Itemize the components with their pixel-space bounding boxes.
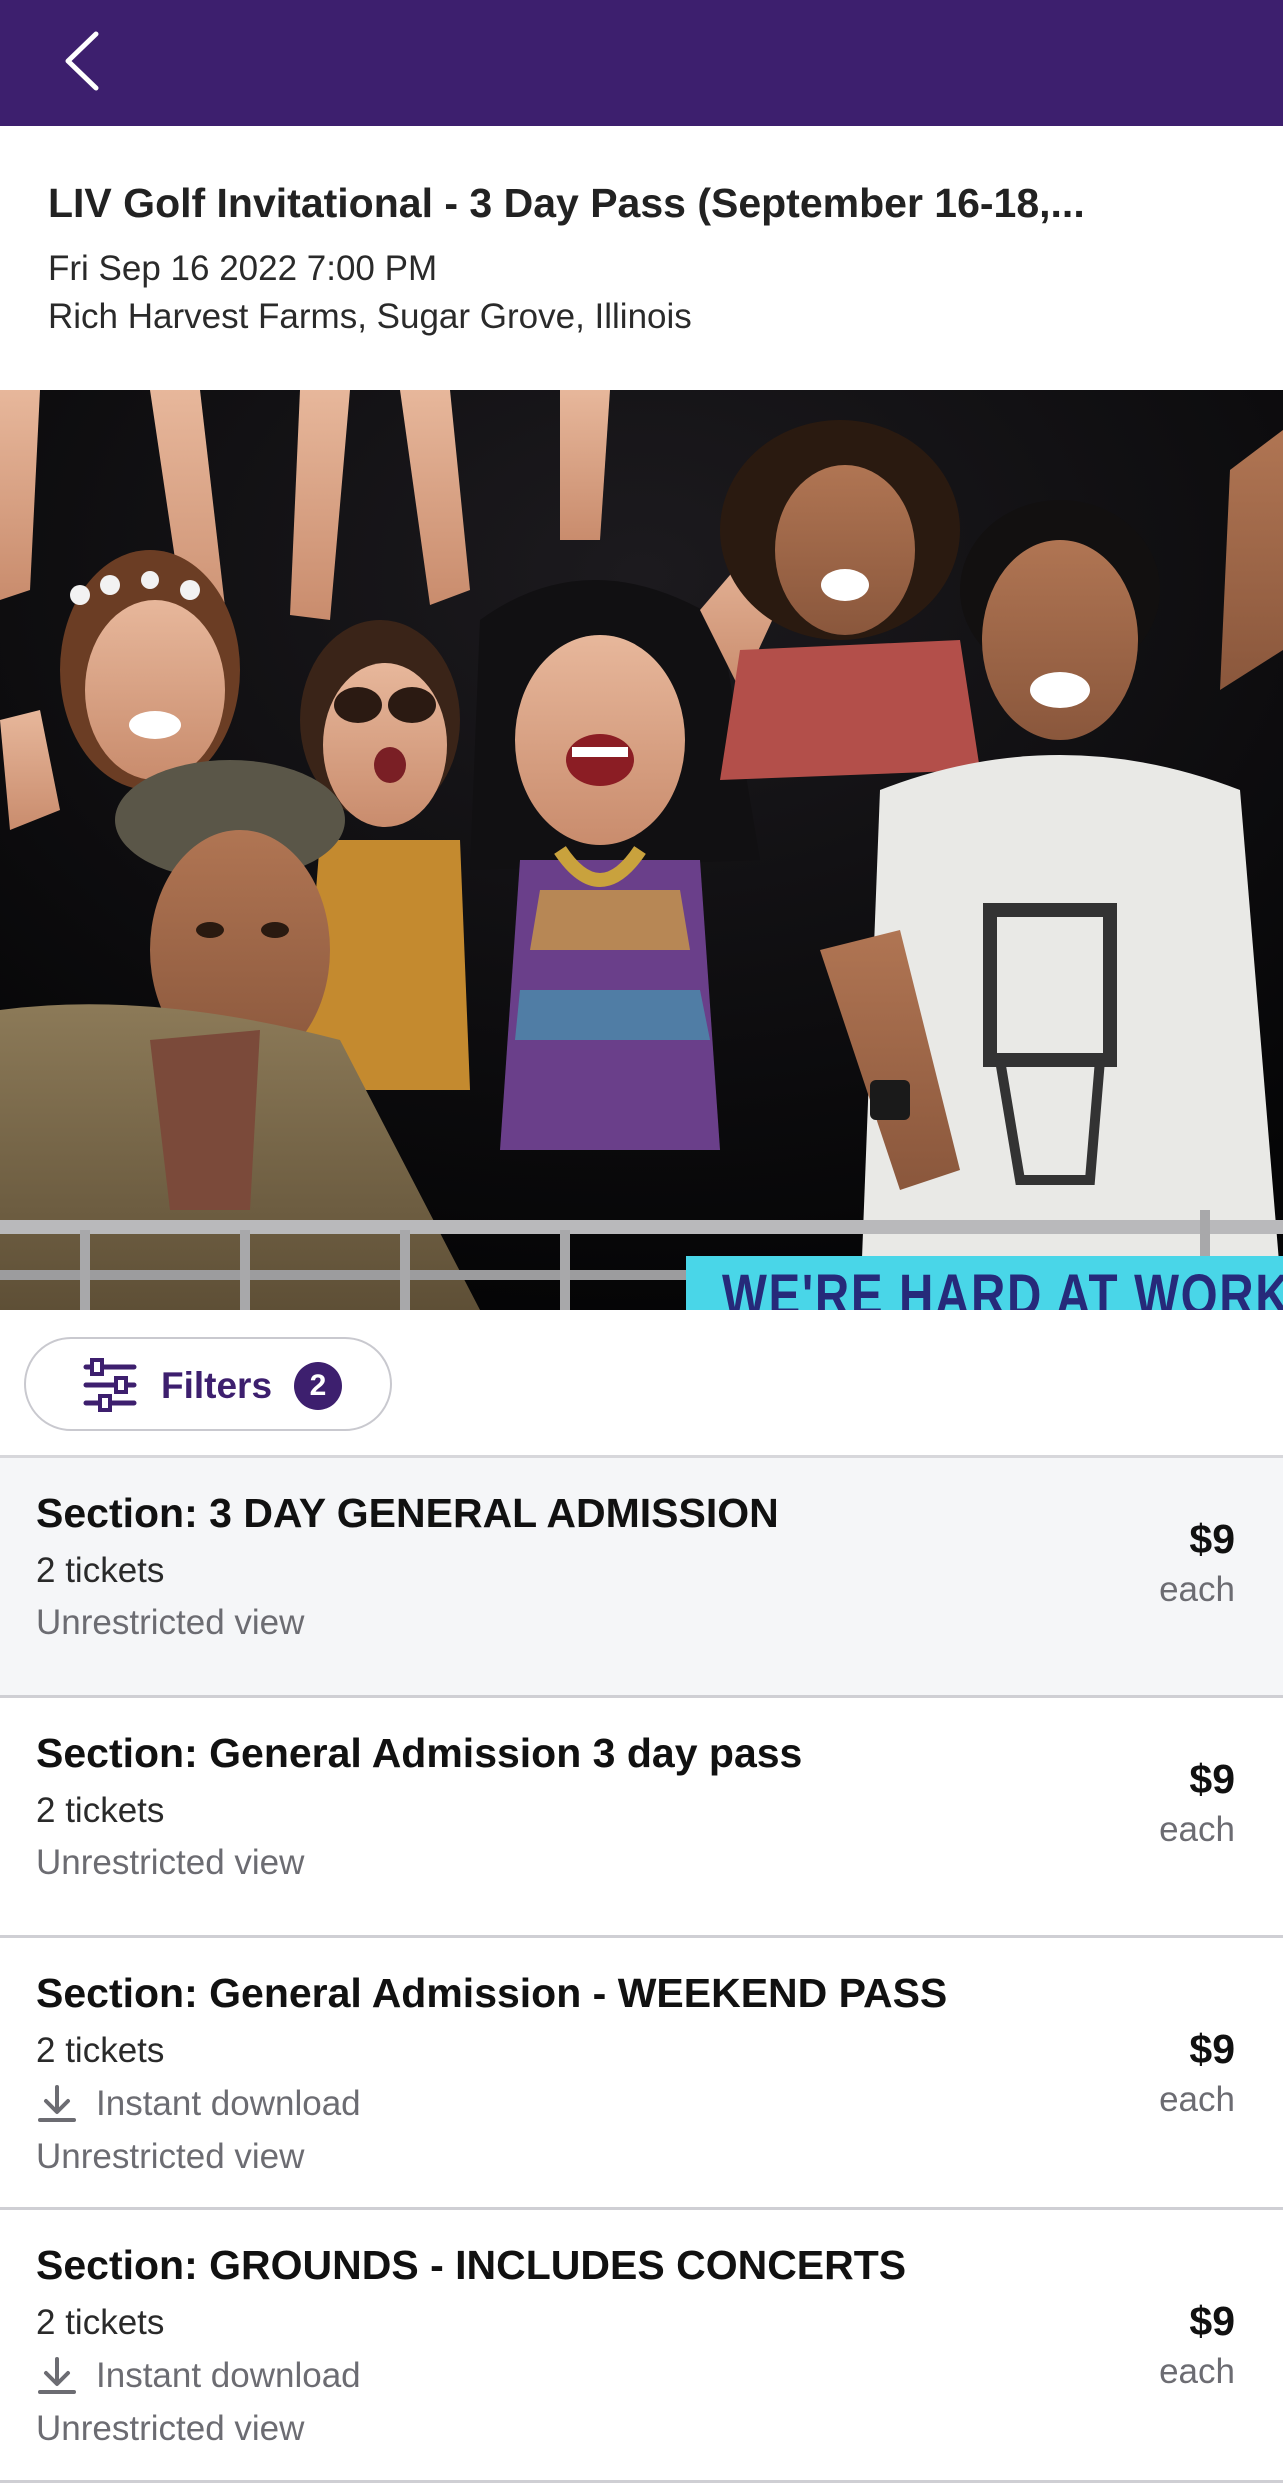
listing-view: Unrestricted view [36,2137,305,2176]
listing-section: Section: General Admission 3 day pass [36,1730,803,1776]
listing-view: Unrestricted view [36,1603,305,1642]
top-nav-bar [0,0,1283,126]
download-icon [38,2357,76,2394]
listing-price: $9 [1189,1756,1235,1802]
crowd-photo [0,390,1283,1310]
event-venue: Rich Harvest Farms, Sugar Grove, Illinoi… [48,297,692,336]
chevron-left-icon [65,31,99,91]
listing-quantity: 2 tickets [36,2031,165,2070]
listing-price: $9 [1189,2298,1235,2344]
back-button[interactable] [52,26,112,96]
listing-item[interactable]: Section: 3 DAY GENERAL ADMISSION 2 ticke… [0,1458,1283,1698]
filter-bar: Filters 2 [0,1310,1283,1458]
listing-quantity: 2 tickets [36,2303,165,2342]
listing-item[interactable]: Section: General Admission 3 day pass 2 … [0,1698,1283,1938]
listing-view: Unrestricted view [36,1843,305,1882]
event-title: LIV Golf Invitational - 3 Day Pass (Sept… [48,180,1085,226]
listing-price: $9 [1189,2026,1235,2072]
hero-banner: WE'RE HARD AT WORK PUTTI [686,1256,1283,1310]
listing-item[interactable]: Section: GROUNDS - INCLUDES CONCERTS 2 t… [0,2210,1283,2483]
listing-price: $9 [1189,1516,1235,1562]
listing-feature-label: Instant download [96,2356,361,2395]
event-hero-image: WE'RE HARD AT WORK PUTTI [0,390,1283,1310]
listing-view: Unrestricted view [36,2409,305,2448]
download-icon [38,2085,76,2122]
listing-feature-label: Instant download [96,2084,361,2123]
listing-price-unit: each [1159,1810,1235,1849]
listing-price-unit: each [1159,2352,1235,2391]
hero-banner-text: WE'RE HARD AT WORK PUTTI [722,1263,1283,1310]
listing-section: Section: GROUNDS - INCLUDES CONCERTS [36,2242,907,2288]
listing-section: Section: General Admission - WEEKEND PAS… [36,1970,948,2016]
listing-section: Section: 3 DAY GENERAL ADMISSION [36,1490,779,1536]
listing-feature: Instant download [36,2083,361,2125]
listing-item[interactable]: Section: General Admission - WEEKEND PAS… [0,1938,1283,2210]
event-date: Fri Sep 16 2022 7:00 PM [48,249,438,288]
listing-quantity: 2 tickets [36,1551,165,1590]
filters-label: Filters [161,1365,273,1406]
filters-button[interactable]: Filters 2 [24,1337,392,1431]
listing-quantity: 2 tickets [36,1791,165,1830]
event-info-panel: LIV Golf Invitational - 3 Day Pass (Sept… [0,126,1283,390]
listing-feature: Instant download [36,2355,361,2397]
sliders-icon [83,1358,137,1412]
listing-price-unit: each [1159,1570,1235,1609]
filters-count-badge: 2 [294,1362,342,1410]
listing-price-unit: each [1159,2080,1235,2119]
